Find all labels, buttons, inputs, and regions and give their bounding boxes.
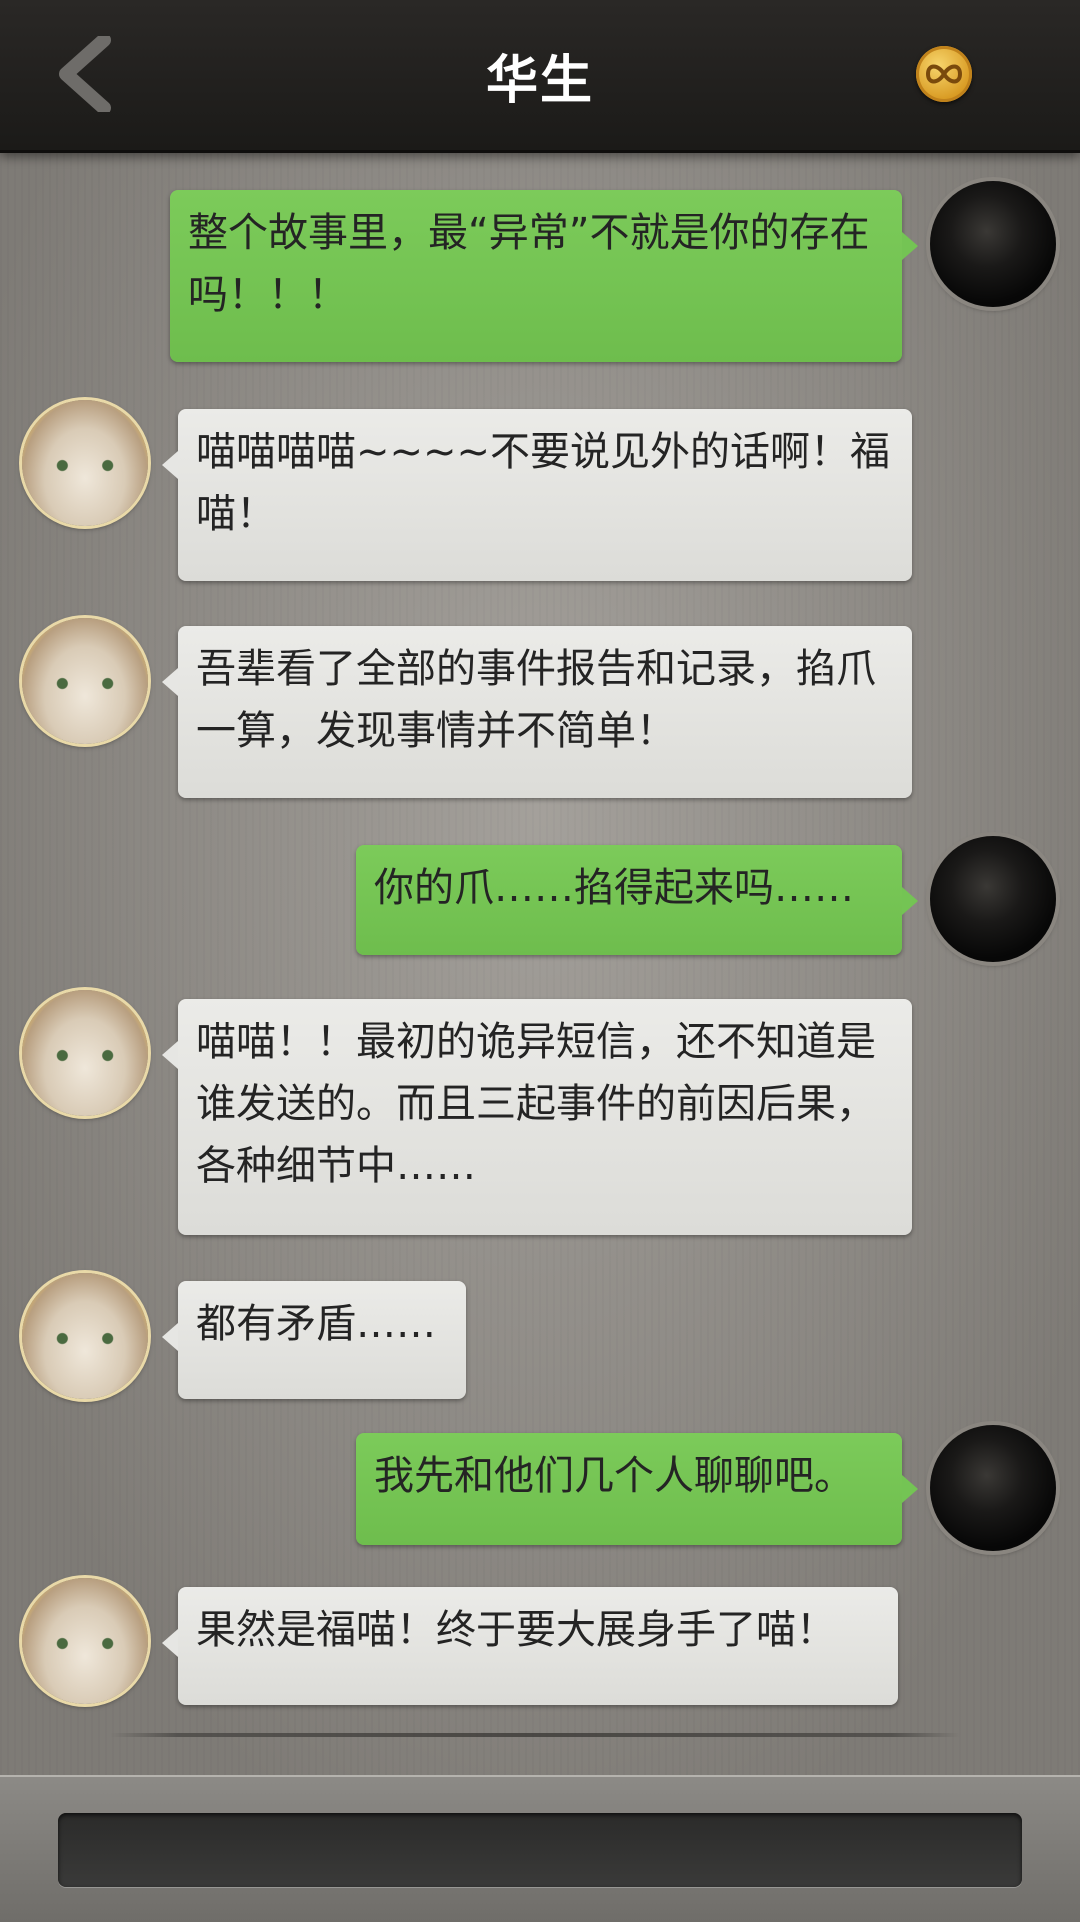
message-text: 喵喵喵喵~~~~不要说见外的话啊！福喵！ (196, 429, 891, 537)
cat-avatar[interactable] (22, 618, 148, 744)
message-bubble-me[interactable]: 整个故事里，最“异常”不就是你的存在吗！！！ (170, 190, 918, 362)
message-bubble-them[interactable]: 喵喵喵喵~~~~不要说见外的话啊！福喵！ (162, 409, 912, 581)
message-text: 都有矛盾…… (196, 1301, 436, 1347)
message-text: 喵喵！！最初的诡异短信，还不知道是谁发送的。而且三起事件的前因后果，各种细节中…… (196, 1019, 876, 1189)
message-bubble-them[interactable]: 喵喵！！最初的诡异短信，还不知道是谁发送的。而且三起事件的前因后果，各种细节中…… (162, 999, 912, 1235)
message-bubble-me[interactable]: 我先和他们几个人聊聊吧。 (356, 1433, 918, 1545)
message-input[interactable] (58, 1813, 1022, 1887)
message-text: 整个故事里，最“异常”不就是你的存在吗！！！ (188, 210, 870, 318)
self-avatar[interactable] (930, 181, 1056, 307)
infinity-coin-icon (925, 64, 963, 84)
self-avatar[interactable] (930, 836, 1056, 962)
message-bubble-them[interactable]: 果然是福喵！终于要大展身手了喵！ (162, 1587, 898, 1705)
chat-area[interactable]: 整个故事里，最“异常”不就是你的存在吗！！！ 喵喵喵喵~~~~不要说见外的话啊！… (0, 153, 1080, 1775)
message-text: 果然是福喵！终于要大展身手了喵！ (196, 1607, 836, 1653)
message-bubble-them[interactable]: 吾辈看了全部的事件报告和记录，掐爪一算，发现事情并不简单！ (162, 626, 912, 798)
message-bubble-them[interactable]: 都有矛盾…… (162, 1281, 466, 1399)
message-text: 我先和他们几个人聊聊吧。 (374, 1453, 854, 1499)
message-text: 你的爪……掐得起来吗…… (374, 865, 854, 911)
cat-avatar[interactable] (22, 990, 148, 1116)
cat-avatar[interactable] (22, 1273, 148, 1399)
coin-button[interactable] (916, 46, 972, 102)
input-bar (0, 1775, 1080, 1922)
message-text: 吾辈看了全部的事件报告和记录，掐爪一算，发现事情并不简单！ (196, 646, 876, 754)
cat-avatar[interactable] (22, 400, 148, 526)
chat-end-divider (110, 1733, 960, 1737)
top-bar: 华生 (0, 0, 1080, 153)
message-bubble-me[interactable]: 你的爪……掐得起来吗…… (356, 845, 918, 955)
self-avatar[interactable] (930, 1425, 1056, 1551)
cat-avatar[interactable] (22, 1578, 148, 1704)
